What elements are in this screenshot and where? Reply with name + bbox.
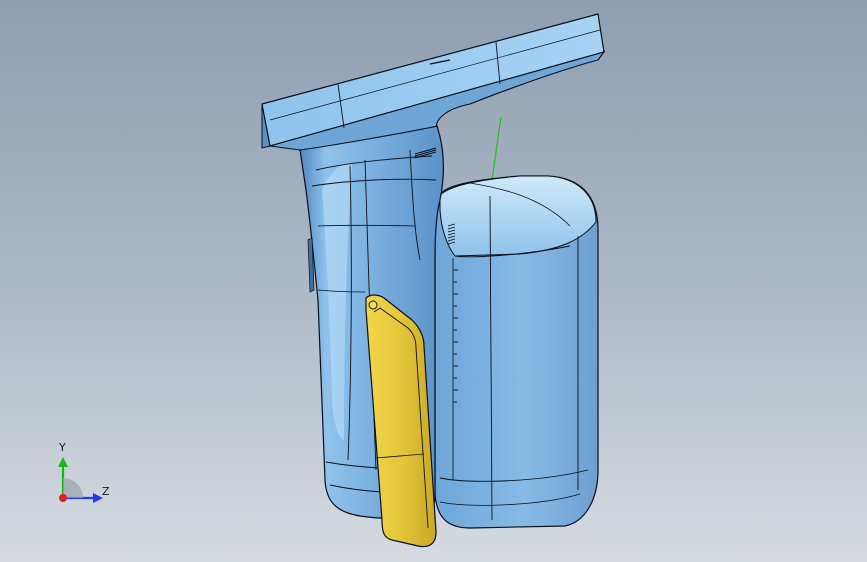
guide-line-upper <box>491 116 502 181</box>
clip-bracket-pin <box>368 300 378 310</box>
axis-triad-graphic <box>58 457 103 503</box>
triad-plane-icon <box>63 478 83 498</box>
tank-body[interactable] <box>434 175 599 529</box>
x-axis-dot <box>59 494 67 502</box>
y-axis-label: Y <box>59 441 66 454</box>
cad-graphics-viewport[interactable]: Y Z <box>0 0 867 562</box>
3d-part-model[interactable] <box>0 0 867 562</box>
axis-triad: Y Z <box>40 435 130 515</box>
y-axis-arrow <box>58 457 68 467</box>
z-axis-label: Z <box>102 485 110 498</box>
